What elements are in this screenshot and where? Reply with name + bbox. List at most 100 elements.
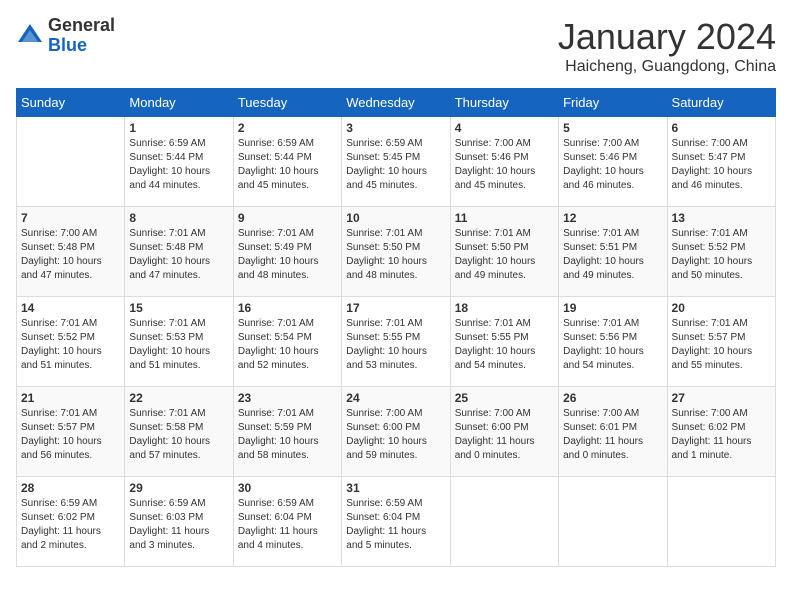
day-info: Sunrise: 7:01 AM Sunset: 5:55 PM Dayligh… [346,317,445,373]
logo-blue: Blue [48,36,115,56]
header-saturday: Saturday [667,89,775,117]
header-sunday: Sunday [17,89,125,117]
calendar-cell: 26Sunrise: 7:00 AM Sunset: 6:01 PM Dayli… [559,387,667,477]
day-number: 13 [672,211,771,225]
day-number: 24 [346,391,445,405]
day-number: 5 [563,121,662,135]
calendar-cell: 27Sunrise: 7:00 AM Sunset: 6:02 PM Dayli… [667,387,775,477]
logo: General Blue [16,16,115,56]
day-number: 17 [346,301,445,315]
day-number: 28 [21,481,120,495]
day-number: 6 [672,121,771,135]
day-number: 2 [238,121,337,135]
day-info: Sunrise: 7:01 AM Sunset: 5:51 PM Dayligh… [563,227,662,283]
calendar-cell: 20 Sunrise: 7:01 AM Sunset: 5:57 PM Dayli… [667,297,775,387]
calendar-cell: 3 Sunrise: 6:59 AM Sunset: 5:45 PM Daylig… [342,117,450,207]
day-number: 12 [563,211,662,225]
day-info: Sunrise: 7:01 AM Sunset: 5:50 PM Dayligh… [346,227,445,283]
calendar-cell: 17 Sunrise: 7:01 AM Sunset: 5:55 PM Dayli… [342,297,450,387]
day-number: 22 [129,391,228,405]
title-block: January 2024 Haicheng, Guangdong, China [558,16,776,76]
day-info: Sunrise: 7:01 AM Sunset: 5:56 PM Dayligh… [563,317,662,373]
day-info: Sunrise: 7:01 AM Sunset: 5:53 PM Dayligh… [129,317,228,373]
calendar-cell: 9Sunrise: 7:01 AM Sunset: 5:49 PM Daylig… [233,207,341,297]
day-info: Sunrise: 7:00 AM Sunset: 5:47 PM Dayligh… [672,137,771,193]
week-row-2: 14 Sunrise: 7:01 AM Sunset: 5:52 PM Dayli… [17,297,776,387]
day-info: Sunrise: 7:00 AM Sunset: 5:48 PM Dayligh… [21,227,120,283]
day-info: Sunrise: 7:00 AM Sunset: 5:46 PM Dayligh… [563,137,662,193]
day-number: 26 [563,391,662,405]
calendar-cell: 7 Sunrise: 7:00 AM Sunset: 5:48 PM Daylig… [17,207,125,297]
week-row-4: 28Sunrise: 6:59 AM Sunset: 6:02 PM Dayli… [17,477,776,567]
header-tuesday: Tuesday [233,89,341,117]
header-monday: Monday [125,89,233,117]
day-info: Sunrise: 7:01 AM Sunset: 5:57 PM Dayligh… [672,317,771,373]
day-info: Sunrise: 7:01 AM Sunset: 5:58 PM Dayligh… [129,407,228,463]
day-info: Sunrise: 6:59 AM Sunset: 6:04 PM Dayligh… [346,497,445,553]
calendar-cell: 12 Sunrise: 7:01 AM Sunset: 5:51 PM Dayli… [559,207,667,297]
day-number: 8 [129,211,228,225]
calendar-cell: 1 Sunrise: 6:59 AM Sunset: 5:44 PM Daylig… [125,117,233,207]
day-number: 1 [129,121,228,135]
calendar-cell: 23Sunrise: 7:01 AM Sunset: 5:59 PM Dayli… [233,387,341,477]
calendar-cell: 13 Sunrise: 7:01 AM Sunset: 5:52 PM Dayli… [667,207,775,297]
calendar-cell: 10 Sunrise: 7:01 AM Sunset: 5:50 PM Dayli… [342,207,450,297]
calendar-cell: 16 Sunrise: 7:01 AM Sunset: 5:54 PM Dayli… [233,297,341,387]
header-row: SundayMondayTuesdayWednesdayThursdayFrid… [17,89,776,117]
calendar-cell: 22 Sunrise: 7:01 AM Sunset: 5:58 PM Dayli… [125,387,233,477]
calendar-cell: 4 Sunrise: 7:00 AM Sunset: 5:46 PM Daylig… [450,117,558,207]
calendar-cell: 5 Sunrise: 7:00 AM Sunset: 5:46 PM Daylig… [559,117,667,207]
calendar-cell: 11 Sunrise: 7:01 AM Sunset: 5:50 PM Dayli… [450,207,558,297]
calendar-cell: 28Sunrise: 6:59 AM Sunset: 6:02 PM Dayli… [17,477,125,567]
logo-text: General Blue [48,16,115,56]
header-wednesday: Wednesday [342,89,450,117]
day-number: 31 [346,481,445,495]
day-number: 25 [455,391,554,405]
day-number: 14 [21,301,120,315]
day-info: Sunrise: 7:00 AM Sunset: 6:00 PM Dayligh… [346,407,445,463]
day-info: Sunrise: 6:59 AM Sunset: 5:44 PM Dayligh… [238,137,337,193]
day-number: 27 [672,391,771,405]
day-info: Sunrise: 7:01 AM Sunset: 5:50 PM Dayligh… [455,227,554,283]
day-number: 20 [672,301,771,315]
day-number: 16 [238,301,337,315]
calendar-cell: 8Sunrise: 7:01 AM Sunset: 5:48 PM Daylig… [125,207,233,297]
day-number: 3 [346,121,445,135]
day-number: 29 [129,481,228,495]
day-info: Sunrise: 7:00 AM Sunset: 5:46 PM Dayligh… [455,137,554,193]
calendar-cell: 2 Sunrise: 6:59 AM Sunset: 5:44 PM Daylig… [233,117,341,207]
day-info: Sunrise: 6:59 AM Sunset: 5:45 PM Dayligh… [346,137,445,193]
month-title: January 2024 [558,16,776,58]
calendar-cell: 15Sunrise: 7:01 AM Sunset: 5:53 PM Dayli… [125,297,233,387]
day-info: Sunrise: 7:01 AM Sunset: 5:57 PM Dayligh… [21,407,120,463]
day-info: Sunrise: 6:59 AM Sunset: 5:44 PM Dayligh… [129,137,228,193]
calendar-cell: 19Sunrise: 7:01 AM Sunset: 5:56 PM Dayli… [559,297,667,387]
day-number: 10 [346,211,445,225]
calendar-cell: 24 Sunrise: 7:00 AM Sunset: 6:00 PM Dayli… [342,387,450,477]
day-number: 30 [238,481,337,495]
calendar-cell [667,477,775,567]
calendar-cell: 14 Sunrise: 7:01 AM Sunset: 5:52 PM Dayli… [17,297,125,387]
day-info: Sunrise: 7:01 AM Sunset: 5:52 PM Dayligh… [21,317,120,373]
calendar-table: SundayMondayTuesdayWednesdayThursdayFrid… [16,88,776,567]
day-number: 11 [455,211,554,225]
calendar-cell [450,477,558,567]
day-number: 21 [21,391,120,405]
calendar-cell: 21 Sunrise: 7:01 AM Sunset: 5:57 PM Dayli… [17,387,125,477]
day-number: 4 [455,121,554,135]
day-info: Sunrise: 6:59 AM Sunset: 6:04 PM Dayligh… [238,497,337,553]
day-info: Sunrise: 7:01 AM Sunset: 5:52 PM Dayligh… [672,227,771,283]
header-thursday: Thursday [450,89,558,117]
calendar-cell: 18Sunrise: 7:01 AM Sunset: 5:55 PM Dayli… [450,297,558,387]
week-row-1: 7 Sunrise: 7:00 AM Sunset: 5:48 PM Daylig… [17,207,776,297]
calendar-body: 1 Sunrise: 6:59 AM Sunset: 5:44 PM Daylig… [17,117,776,567]
calendar-cell: 6 Sunrise: 7:00 AM Sunset: 5:47 PM Daylig… [667,117,775,207]
header-friday: Friday [559,89,667,117]
calendar-header: SundayMondayTuesdayWednesdayThursdayFrid… [17,89,776,117]
day-info: Sunrise: 7:01 AM Sunset: 5:49 PM Dayligh… [238,227,337,283]
week-row-0: 1 Sunrise: 6:59 AM Sunset: 5:44 PM Daylig… [17,117,776,207]
day-number: 7 [21,211,120,225]
day-info: Sunrise: 6:59 AM Sunset: 6:03 PM Dayligh… [129,497,228,553]
day-info: Sunrise: 7:01 AM Sunset: 5:54 PM Dayligh… [238,317,337,373]
calendar-cell: 31 Sunrise: 6:59 AM Sunset: 6:04 PM Dayli… [342,477,450,567]
